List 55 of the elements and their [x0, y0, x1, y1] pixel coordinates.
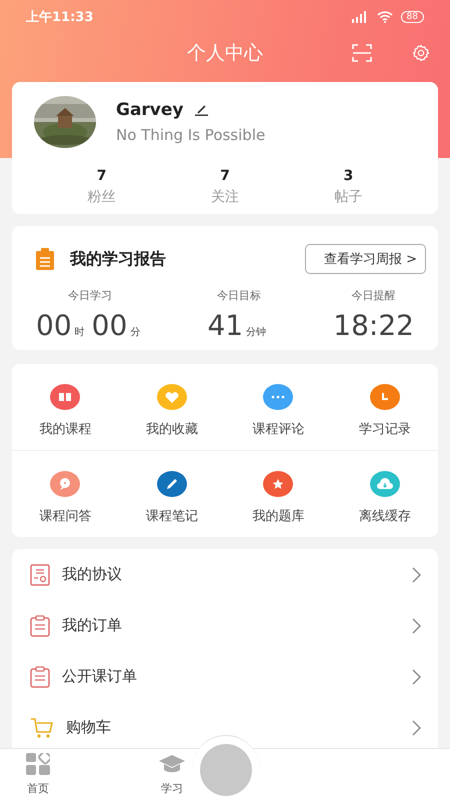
signal-icon — [350, 11, 369, 23]
chevron-right-icon — [412, 566, 422, 582]
unit-label: 分钟 — [246, 326, 266, 339]
feature-label[interactable]: 我的题库 — [252, 507, 304, 525]
cart-icon — [30, 716, 54, 738]
clipboard-icon — [30, 666, 50, 688]
report-title: 我的学习报告 — [70, 248, 167, 270]
edit-icon[interactable] — [194, 104, 208, 116]
feature-label[interactable]: 我的收藏 — [146, 420, 198, 438]
tab-item[interactable]: 首页 — [0, 749, 88, 800]
stat-label: 今日目标 — [216, 288, 261, 303]
unit-label: 时 — [74, 326, 85, 339]
chevron-right-icon — [412, 618, 422, 634]
question-icon[interactable] — [50, 471, 80, 497]
menu-item[interactable]: 购物车 — [66, 718, 400, 737]
weekly-report-button[interactable]: 查看学习周报 > — [304, 244, 426, 274]
feature-label[interactable]: 我的课程 — [39, 420, 92, 438]
pencil-icon[interactable] — [156, 471, 187, 497]
feature-label[interactable]: 学习记录 — [358, 420, 411, 438]
menu-item[interactable]: 我的订单 — [62, 616, 400, 635]
reminder-time: 18:22 — [333, 309, 414, 342]
minutes-value: 00 — [92, 309, 128, 342]
grid-icon — [26, 753, 50, 775]
unit-label: 分 — [130, 326, 140, 339]
goal-value: 41 — [207, 309, 244, 342]
status-time: 上午11:33 — [26, 9, 94, 26]
settings-icon[interactable] — [412, 44, 430, 62]
graduation-cap-icon — [158, 753, 186, 775]
feature-label[interactable]: 离线缓存 — [358, 507, 411, 525]
document-icon — [30, 564, 50, 586]
scan-icon[interactable] — [352, 44, 372, 62]
page-title: 个人中心 — [187, 41, 263, 66]
feature-label[interactable]: 课程笔记 — [146, 507, 198, 525]
menu-item[interactable]: 公开课订单 — [62, 667, 400, 686]
clock-icon[interactable] — [370, 384, 400, 410]
clipboard-icon — [36, 248, 54, 270]
clipboard-icon — [30, 614, 50, 636]
book-icon[interactable] — [50, 384, 80, 410]
feature-label[interactable]: 课程评论 — [252, 420, 304, 438]
stat-label: 今日学习 — [68, 288, 112, 303]
cloud-icon[interactable] — [370, 471, 400, 497]
user-name: Garvey — [116, 100, 184, 120]
chevron-right-icon — [412, 720, 422, 736]
hours-value: 00 — [36, 309, 72, 342]
user-motto: No Thing Is Possible — [116, 126, 266, 144]
chevron-right-icon — [412, 668, 422, 684]
dots-icon[interactable] — [263, 384, 294, 410]
stat-count[interactable]: 7 — [220, 168, 230, 184]
feature-label[interactable]: 课程问答 — [39, 507, 92, 525]
wifi-icon — [376, 11, 393, 23]
menu-item[interactable]: 我的协议 — [62, 565, 400, 584]
stat-label: 今日提醒 — [352, 288, 396, 303]
stat-count[interactable]: 7 — [96, 168, 107, 184]
battery-level: 88 — [400, 11, 424, 23]
stat-count[interactable]: 3 — [343, 168, 354, 184]
